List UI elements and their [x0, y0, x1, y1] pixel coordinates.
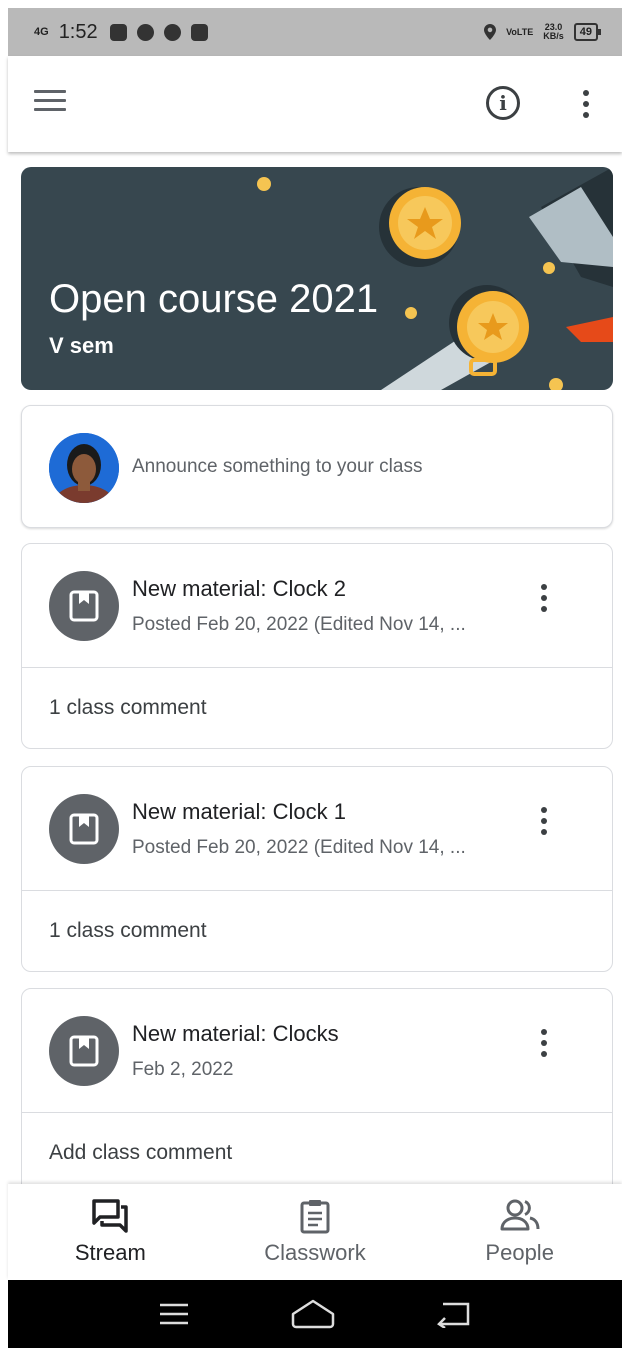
home-icon[interactable] [291, 1299, 335, 1329]
stream-icon [92, 1199, 129, 1233]
location-icon [484, 24, 497, 40]
announce-placeholder: Announce something to your class [132, 456, 423, 477]
network-speed: 23.0 KB/s [543, 23, 564, 41]
class-comment-link[interactable]: 1 class comment [22, 668, 612, 748]
class-title: Open course 2021 [49, 277, 379, 321]
material-icon [49, 571, 119, 641]
post-card[interactable]: New material: Clocks Feb 2, 2022 Add cla… [21, 988, 613, 1194]
back-icon[interactable] [437, 1300, 471, 1328]
post-meta: Posted Feb 20, 2022 (Edited Nov 14, ... [132, 614, 466, 635]
class-comment-link[interactable]: 1 class comment [22, 891, 612, 971]
info-icon[interactable]: i [486, 86, 520, 120]
avatar [49, 433, 119, 503]
status-bar: 4G 1:52 VoLTE 23.0 KB/s 49 [8, 8, 622, 56]
status-time: 1:52 [58, 20, 98, 43]
tab-people[interactable]: People [417, 1184, 622, 1280]
more-vert-icon[interactable] [583, 90, 591, 118]
post-meta: Feb 2, 2022 [132, 1059, 234, 1080]
battery-indicator: 49 [573, 23, 602, 41]
youtube-notification-icon [109, 23, 127, 41]
tab-classwork[interactable]: Classwork [213, 1184, 418, 1280]
post-card[interactable]: New material: Clock 2 Posted Feb 20, 202… [21, 543, 613, 749]
post-title: New material: Clock 1 [132, 799, 346, 824]
chrome-notification-icon [163, 23, 181, 41]
bottom-navigation: Stream Classwork People [8, 1184, 622, 1280]
network-speed-unit: KB/s [543, 31, 564, 41]
network-indicator: 4G [34, 26, 49, 38]
system-navigation-bar [8, 1280, 622, 1348]
tab-classwork-label: Classwork [264, 1240, 366, 1265]
menu-icon[interactable] [34, 90, 74, 120]
volte-indicator: VoLTE [506, 27, 534, 37]
post-title: New material: Clock 2 [132, 576, 346, 601]
tab-stream-label: Stream [74, 1240, 146, 1265]
recent-apps-icon[interactable] [159, 1302, 189, 1326]
avatar-photo [49, 433, 119, 503]
tab-stream[interactable]: Stream [8, 1184, 213, 1280]
post-title: New material: Clocks [132, 1021, 339, 1046]
app-bar: i [8, 56, 622, 152]
people-icon [500, 1199, 540, 1231]
more-vert-icon[interactable] [541, 584, 549, 612]
mic-notification-icon [190, 23, 208, 41]
material-icon [49, 794, 119, 864]
class-section: V sem [49, 333, 114, 358]
tab-people-label: People [485, 1240, 554, 1265]
post-meta: Posted Feb 20, 2022 (Edited Nov 14, ... [132, 837, 466, 858]
class-banner[interactable]: Open course 2021 V sem [21, 167, 613, 390]
chrome-notification-icon [136, 23, 154, 41]
announce-box[interactable]: Announce something to your class [21, 405, 613, 528]
classwork-icon [300, 1200, 330, 1234]
add-class-comment-link[interactable]: Add class comment [22, 1113, 612, 1193]
more-vert-icon[interactable] [541, 1029, 549, 1057]
material-icon [49, 1016, 119, 1086]
post-card[interactable]: New material: Clock 1 Posted Feb 20, 202… [21, 766, 613, 972]
more-vert-icon[interactable] [541, 807, 549, 835]
